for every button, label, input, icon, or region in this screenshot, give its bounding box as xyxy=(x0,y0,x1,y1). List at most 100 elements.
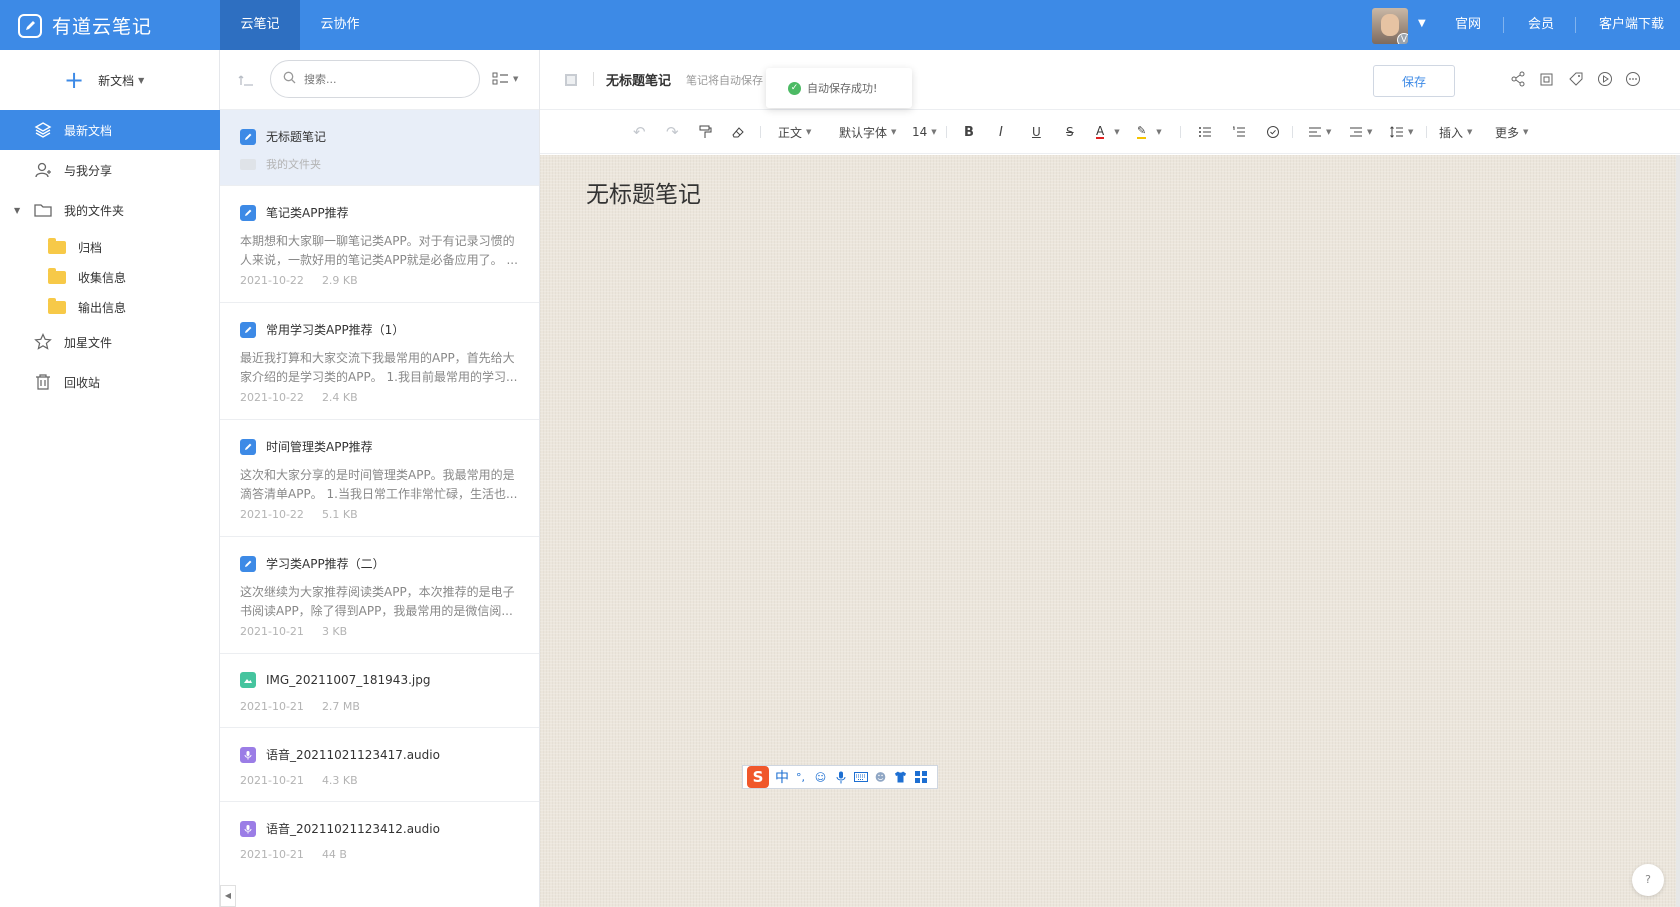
link-membership[interactable]: 会员 xyxy=(1528,0,1554,50)
note-title-input[interactable]: 无标题笔记 xyxy=(606,70,671,89)
todo-icon[interactable] xyxy=(1266,122,1280,142)
chevron-down-icon: ▼ xyxy=(806,128,812,136)
ime-language-toggle[interactable]: 中 xyxy=(775,767,789,787)
editor-canvas[interactable]: 无标题笔记 S 中 °, ☺ ☻ xyxy=(540,155,1680,907)
upload-icon[interactable] xyxy=(238,71,254,90)
document-title[interactable]: 无标题笔记 xyxy=(586,175,701,209)
user-icon[interactable]: ☻ xyxy=(873,770,888,785)
share-users-icon xyxy=(34,161,52,179)
undo-icon[interactable]: ↶ xyxy=(633,122,646,142)
divider xyxy=(593,72,594,86)
check-circle-icon: ✓ xyxy=(788,81,801,95)
sidebar-item-starred[interactable]: 加星文件 xyxy=(0,322,220,362)
sogou-logo-icon[interactable]: S xyxy=(747,766,769,788)
search-box[interactable] xyxy=(270,60,480,98)
chevron-down-icon: ▼ xyxy=(1367,128,1373,136)
sidebar-item-recent[interactable]: 最新文档 xyxy=(0,110,220,150)
more-icon[interactable] xyxy=(1623,69,1643,89)
note-thumb-icon[interactable] xyxy=(564,73,578,90)
italic-icon[interactable]: I xyxy=(999,122,1003,142)
search-input[interactable] xyxy=(304,72,454,86)
share-icon[interactable] xyxy=(1508,69,1528,89)
chevron-down-icon: ▼ xyxy=(1408,128,1414,136)
folder-item-archive[interactable]: 归档 xyxy=(0,232,220,262)
link-official-site[interactable]: 官网 xyxy=(1455,0,1481,50)
view-mode-button[interactable]: ▼ xyxy=(492,72,518,86)
sidebar-item-shared[interactable]: 与我分享 xyxy=(0,150,220,190)
list-item[interactable]: 无标题笔记 我的文件夹 xyxy=(220,110,539,186)
ime-toolbar: S 中 °, ☺ ☻ xyxy=(742,765,938,789)
folder-item-output[interactable]: 输出信息 xyxy=(0,292,220,322)
help-button[interactable]: ? xyxy=(1632,864,1664,896)
list-item[interactable]: 学习类APP推荐（二） 这次继续为大家推荐阅读类APP，本次推荐的是电子书阅读A… xyxy=(220,537,539,654)
eraser-icon[interactable] xyxy=(731,122,745,142)
skin-shirt-icon[interactable] xyxy=(893,770,908,785)
folder-item-collect[interactable]: 收集信息 xyxy=(0,262,220,292)
avatar[interactable]: V xyxy=(1372,8,1408,44)
strikethrough-icon[interactable]: S xyxy=(1066,122,1074,142)
bullet-list-icon[interactable] xyxy=(1198,122,1212,142)
collapse-sidebar-button[interactable]: ◀ xyxy=(220,885,236,907)
autosave-toast: ✓ 自动保存成功! xyxy=(766,68,912,108)
tab-cloud-collab[interactable]: 云协作 xyxy=(300,0,380,50)
highlight-dropdown[interactable]: ✎ ▼ xyxy=(1137,122,1162,142)
save-button[interactable]: 保存 xyxy=(1373,65,1455,97)
list-item[interactable]: 常用学习类APP推荐（1） 最近我打算和大家交流下我最常用的APP，首先给大家介… xyxy=(220,303,539,420)
keyboard-icon[interactable] xyxy=(853,770,868,785)
highlight-icon: ✎ xyxy=(1137,124,1147,139)
note-size: 2.9 KB xyxy=(321,274,358,287)
font-size-dropdown[interactable]: 14 ▼ xyxy=(912,122,937,142)
redo-icon[interactable]: ↷ xyxy=(666,122,679,142)
font-family-dropdown[interactable]: 默认字体 ▼ xyxy=(839,122,896,142)
bold-icon[interactable]: B xyxy=(964,122,974,142)
export-icon[interactable] xyxy=(1537,69,1557,89)
align-dropdown[interactable]: ▼ xyxy=(1308,122,1331,142)
link-client-download[interactable]: 客户端下载 xyxy=(1599,0,1664,50)
chevron-down-icon: ▼ xyxy=(931,128,937,136)
list-item[interactable]: 语音_20211021123412.audio 2021-10-21 44 B xyxy=(220,802,539,876)
insert-dropdown[interactable]: 插入 ▼ xyxy=(1439,122,1472,142)
note-title: 时间管理类APP推荐 xyxy=(266,440,373,454)
toolbox-grid-icon[interactable] xyxy=(913,770,928,785)
search-icon xyxy=(283,71,296,87)
microphone-icon[interactable] xyxy=(833,770,848,785)
font-color-dropdown[interactable]: A ▼ xyxy=(1096,122,1120,142)
folder-label: 输出信息 xyxy=(78,300,127,315)
note-size: 3 KB xyxy=(321,625,348,638)
chevron-down-icon: ▼ xyxy=(1156,128,1162,136)
list-toolbar: ▼ xyxy=(220,50,539,110)
note-title: 语音_20211021123412.audio xyxy=(266,822,440,836)
star-icon xyxy=(34,333,52,351)
play-icon[interactable] xyxy=(1595,69,1615,89)
tag-icon[interactable] xyxy=(1566,69,1586,89)
sidebar: + 新文档 ▼ 最新文档 与我分享 ▼ 我的文件夹 归档 收集信息 输出信息 加… xyxy=(0,50,220,907)
line-height-dropdown[interactable]: ▼ xyxy=(1390,122,1413,142)
note-date: 2021-10-22 xyxy=(240,274,304,287)
sidebar-item-my-folders[interactable]: ▼ 我的文件夹 xyxy=(0,190,220,230)
new-doc-button[interactable]: + 新文档 ▼ xyxy=(64,68,144,92)
format-painter-icon[interactable] xyxy=(698,122,712,142)
toast-text: 自动保存成功! xyxy=(807,82,878,95)
numbered-list-icon[interactable] xyxy=(1232,122,1246,142)
scrollbar[interactable] xyxy=(1676,155,1680,907)
sidebar-item-trash[interactable]: 回收站 xyxy=(0,362,220,402)
tab-cloud-notes[interactable]: 云笔记 xyxy=(220,0,300,50)
sidebar-item-label: 我的文件夹 xyxy=(64,203,125,218)
paragraph-style-dropdown[interactable]: 正文 ▼ xyxy=(778,122,811,142)
list-item[interactable]: 时间管理类APP推荐 这次和大家分享的是时间管理类APP。我最常用的是滴答清单A… xyxy=(220,420,539,537)
list-item[interactable]: IMG_20211007_181943.jpg 2021-10-21 2.7 MB xyxy=(220,654,539,728)
note-size: 2.7 MB xyxy=(321,700,360,713)
chevron-down-icon[interactable]: ▼ xyxy=(1418,18,1426,29)
note-icon xyxy=(240,438,256,455)
sidebar-item-label: 加星文件 xyxy=(64,335,113,350)
caret-down-icon[interactable]: ▼ xyxy=(14,206,20,215)
emoji-icon[interactable]: ☺ xyxy=(813,770,828,785)
more-dropdown[interactable]: 更多 ▼ xyxy=(1495,122,1528,142)
folder-icon xyxy=(48,237,66,254)
indent-dropdown[interactable]: ▼ xyxy=(1349,122,1372,142)
app-logo[interactable]: 有道云笔记 xyxy=(18,12,152,39)
ime-punct-toggle[interactable]: °, xyxy=(793,770,808,785)
list-item[interactable]: 笔记类APP推荐 本期想和大家聊一聊笔记类APP。对于有记录习惯的人来说，一款好… xyxy=(220,186,539,303)
list-item[interactable]: 语音_20211021123417.audio 2021-10-21 4.3 KB xyxy=(220,728,539,802)
underline-icon[interactable]: U xyxy=(1032,122,1041,142)
